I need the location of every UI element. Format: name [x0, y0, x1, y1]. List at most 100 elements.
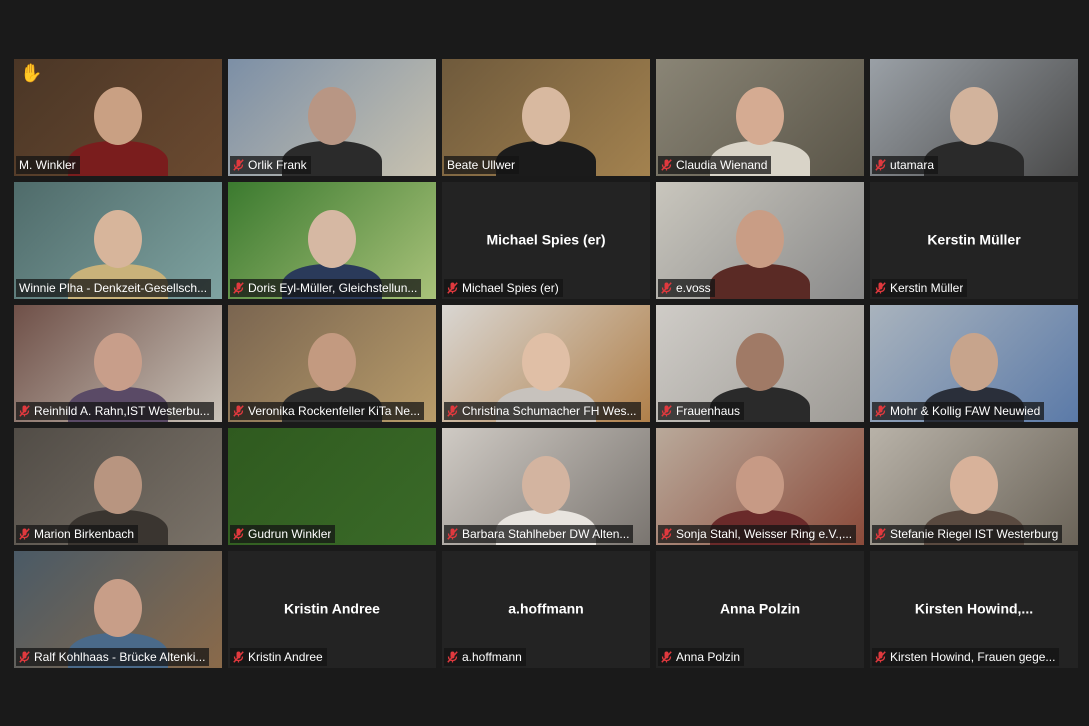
participant-name: Mohr & Kollig FAW Neuwied [890, 404, 1041, 418]
participant-name-label: Claudia Wienand [658, 156, 772, 174]
participant-name-label: Christina Schumacher FH Wes... [444, 402, 641, 420]
participant-name-label: Michael Spies (er) [444, 279, 563, 297]
muted-mic-icon [447, 651, 458, 663]
participant-name-label: M. Winkler [16, 156, 80, 174]
participant-tile[interactable]: Marion Birkenbach [14, 428, 222, 545]
muted-mic-icon [661, 405, 672, 417]
muted-mic-icon [233, 282, 244, 294]
participant-name-label: Kirsten Howind, Frauen gege... [872, 648, 1060, 666]
muted-mic-icon [875, 528, 886, 540]
participant-name: Reinhild A. Rahn,IST Westerbu... [34, 404, 210, 418]
participant-tile[interactable]: Stefanie Riegel IST Westerburg [870, 428, 1078, 545]
participant-name-label: Stefanie Riegel IST Westerburg [872, 525, 1063, 543]
participant-name-label: Anna Polzin [658, 648, 745, 666]
participant-name: Veronika Rockenfeller KiTa Ne... [248, 404, 421, 418]
participant-name: M. Winkler [19, 158, 76, 172]
participant-tile[interactable]: Winnie Plha - Denkzeit-Gesellsch... [14, 182, 222, 299]
participant-tile[interactable]: Kristin Andree Kristin Andree [228, 551, 436, 668]
participant-tile[interactable]: Kerstin Müller Kerstin Müller [870, 182, 1078, 299]
participant-tile[interactable]: a.hoffmann a.hoffmann [442, 551, 650, 668]
participant-tile[interactable]: Sonja Stahl, Weisser Ring e.V.,... [656, 428, 864, 545]
participant-name: Claudia Wienand [676, 158, 768, 172]
muted-mic-icon [875, 651, 886, 663]
participant-name: Anna Polzin [676, 650, 741, 664]
participant-name-label: Kristin Andree [230, 648, 327, 666]
participant-tile[interactable]: e.voss [656, 182, 864, 299]
participant-tile[interactable]: utamara [870, 59, 1078, 176]
participant-name: Barbara Stahlheber DW Alten... [462, 527, 630, 541]
participant-tile[interactable]: Mohr & Kollig FAW Neuwied [870, 305, 1078, 422]
muted-mic-icon [875, 159, 886, 171]
participant-name-label: Doris Eyl-Müller, Gleichstellun... [230, 279, 422, 297]
participant-display-name: Kristin Andree [284, 599, 380, 616]
participant-name-label: Kerstin Müller [872, 279, 968, 297]
muted-mic-icon [661, 528, 672, 540]
participant-name: utamara [890, 158, 935, 172]
participant-name-label: e.voss [658, 279, 715, 297]
participant-name-label: utamara [872, 156, 939, 174]
participant-name-label: Winnie Plha - Denkzeit-Gesellsch... [16, 279, 212, 297]
participant-name-label: Orlik Frank [230, 156, 311, 174]
participant-name: Marion Birkenbach [34, 527, 135, 541]
participant-name-label: Frauenhaus [658, 402, 745, 420]
participant-display-name: a.hoffmann [508, 599, 584, 616]
participant-name-label: Barbara Stahlheber DW Alten... [444, 525, 634, 543]
participant-name: Sonja Stahl, Weisser Ring e.V.,... [676, 527, 853, 541]
participant-tile[interactable]: Ralf Kohlhaas - Brücke Altenki... [14, 551, 222, 668]
participant-tile[interactable]: Claudia Wienand [656, 59, 864, 176]
muted-mic-icon [661, 651, 672, 663]
participant-name: Kirsten Howind, Frauen gege... [890, 650, 1056, 664]
participant-tile[interactable]: Beate Ullwer [442, 59, 650, 176]
participant-tile[interactable]: Gudrun Winkler [228, 428, 436, 545]
participant-name: Michael Spies (er) [462, 281, 559, 295]
participant-name: Ralf Kohlhaas - Brücke Altenki... [34, 650, 206, 664]
participant-tile[interactable]: Barbara Stahlheber DW Alten... [442, 428, 650, 545]
muted-mic-icon [19, 528, 30, 540]
muted-mic-icon [233, 651, 244, 663]
muted-mic-icon [447, 282, 458, 294]
participant-name: Kristin Andree [248, 650, 323, 664]
muted-mic-icon [875, 405, 886, 417]
participant-name: Kerstin Müller [890, 281, 964, 295]
participant-name: Gudrun Winkler [248, 527, 332, 541]
participant-name-label: Sonja Stahl, Weisser Ring e.V.,... [658, 525, 857, 543]
participant-tile[interactable]: Michael Spies (er) Michael Spies (er) [442, 182, 650, 299]
participant-name: Doris Eyl-Müller, Gleichstellun... [248, 281, 418, 295]
muted-mic-icon [447, 405, 458, 417]
participant-name-label: Reinhild A. Rahn,IST Westerbu... [16, 402, 214, 420]
muted-mic-icon [233, 528, 244, 540]
participant-name: Stefanie Riegel IST Westerburg [890, 527, 1059, 541]
participant-tile[interactable]: ✋ M. Winkler [14, 59, 222, 176]
muted-mic-icon [875, 282, 886, 294]
muted-mic-icon [661, 159, 672, 171]
participant-name-label: Veronika Rockenfeller KiTa Ne... [230, 402, 425, 420]
participant-tile[interactable]: Doris Eyl-Müller, Gleichstellun... [228, 182, 436, 299]
participant-name: Christina Schumacher FH Wes... [462, 404, 637, 418]
participant-name: Beate Ullwer [447, 158, 516, 172]
participant-name: Winnie Plha - Denkzeit-Gesellsch... [19, 281, 208, 295]
muted-mic-icon [233, 405, 244, 417]
muted-mic-icon [447, 528, 458, 540]
participant-tile[interactable]: Veronika Rockenfeller KiTa Ne... [228, 305, 436, 422]
participant-name: Orlik Frank [248, 158, 307, 172]
participant-display-name: Kirsten Howind,... [914, 599, 1034, 616]
participant-name-label: Ralf Kohlhaas - Brücke Altenki... [16, 648, 210, 666]
raised-hand-icon: ✋ [20, 63, 43, 83]
participant-tile[interactable]: Anna Polzin Anna Polzin [656, 551, 864, 668]
participant-tile[interactable]: Christina Schumacher FH Wes... [442, 305, 650, 422]
participant-tile[interactable]: Kirsten Howind,... Kirsten Howind, Frauen… [870, 551, 1078, 668]
participant-name-label: Beate Ullwer [444, 156, 520, 174]
participant-name-label: Gudrun Winkler [230, 525, 336, 543]
muted-mic-icon [233, 159, 244, 171]
participant-name: a.hoffmann [462, 650, 522, 664]
muted-mic-icon [19, 405, 30, 417]
participant-tile[interactable]: Frauenhaus [656, 305, 864, 422]
participant-grid: ✋ M. Winkler Orlik Frank Beate Ullwer Claudi… [14, 59, 1078, 668]
participant-tile[interactable]: Orlik Frank [228, 59, 436, 176]
participant-name: e.voss [676, 281, 711, 295]
participant-name-label: Marion Birkenbach [16, 525, 139, 543]
participant-tile[interactable]: Reinhild A. Rahn,IST Westerbu... [14, 305, 222, 422]
participant-display-name: Anna Polzin [719, 599, 801, 616]
muted-mic-icon [19, 651, 30, 663]
participant-display-name: Michael Spies (er) [486, 230, 606, 247]
